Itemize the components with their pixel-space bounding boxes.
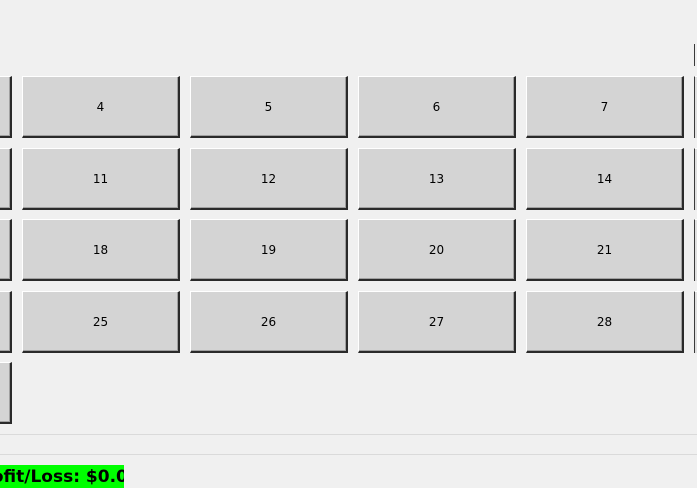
button-label: 12 — [260, 171, 277, 186]
number-button-11[interactable]: 11 — [22, 148, 180, 210]
button-label: 11 — [92, 171, 109, 186]
number-button-partial-left[interactable] — [0, 291, 12, 353]
button-label: 14 — [596, 171, 613, 186]
number-button-14[interactable]: 14 — [526, 148, 684, 210]
button-label: 19 — [260, 242, 277, 257]
number-button-20[interactable]: 20 — [358, 219, 516, 281]
button-label: 25 — [92, 314, 109, 329]
number-button-13[interactable]: 13 — [358, 148, 516, 210]
separator — [0, 434, 697, 435]
profit-loss-text: Profit/Loss: $0.00 — [0, 467, 124, 487]
number-button-25[interactable]: 25 — [22, 291, 180, 353]
number-button-partial-left[interactable] — [0, 362, 12, 424]
number-button-28[interactable]: 28 — [526, 291, 684, 353]
number-button-26[interactable]: 26 — [190, 291, 348, 353]
button-label: 5 — [264, 99, 273, 114]
number-button-7[interactable]: 7 — [526, 76, 684, 138]
number-button-12[interactable]: 12 — [190, 148, 348, 210]
number-button-partial-left[interactable] — [0, 148, 12, 210]
number-button-18[interactable]: 18 — [22, 219, 180, 281]
button-label: 26 — [260, 314, 277, 329]
button-label: 7 — [600, 99, 609, 114]
button-label: 20 — [428, 242, 445, 257]
number-button-partial-left[interactable] — [0, 76, 12, 138]
separator — [0, 454, 697, 455]
button-label: 28 — [596, 314, 613, 329]
number-button-6[interactable]: 6 — [358, 76, 516, 138]
number-button-27[interactable]: 27 — [358, 291, 516, 353]
number-button-4[interactable]: 4 — [22, 76, 180, 138]
number-button-21[interactable]: 21 — [526, 219, 684, 281]
number-button-5[interactable]: 5 — [190, 76, 348, 138]
number-button-19[interactable]: 19 — [190, 219, 348, 281]
button-label: 6 — [432, 99, 441, 114]
button-label: 21 — [596, 242, 613, 257]
number-button-partial-left[interactable] — [0, 219, 12, 281]
button-label: 13 — [428, 171, 445, 186]
button-label: 4 — [96, 99, 105, 114]
button-label: 18 — [92, 242, 109, 257]
button-label: 27 — [428, 314, 445, 329]
profit-loss-label: Profit/Loss: $0.00 — [0, 465, 124, 488]
